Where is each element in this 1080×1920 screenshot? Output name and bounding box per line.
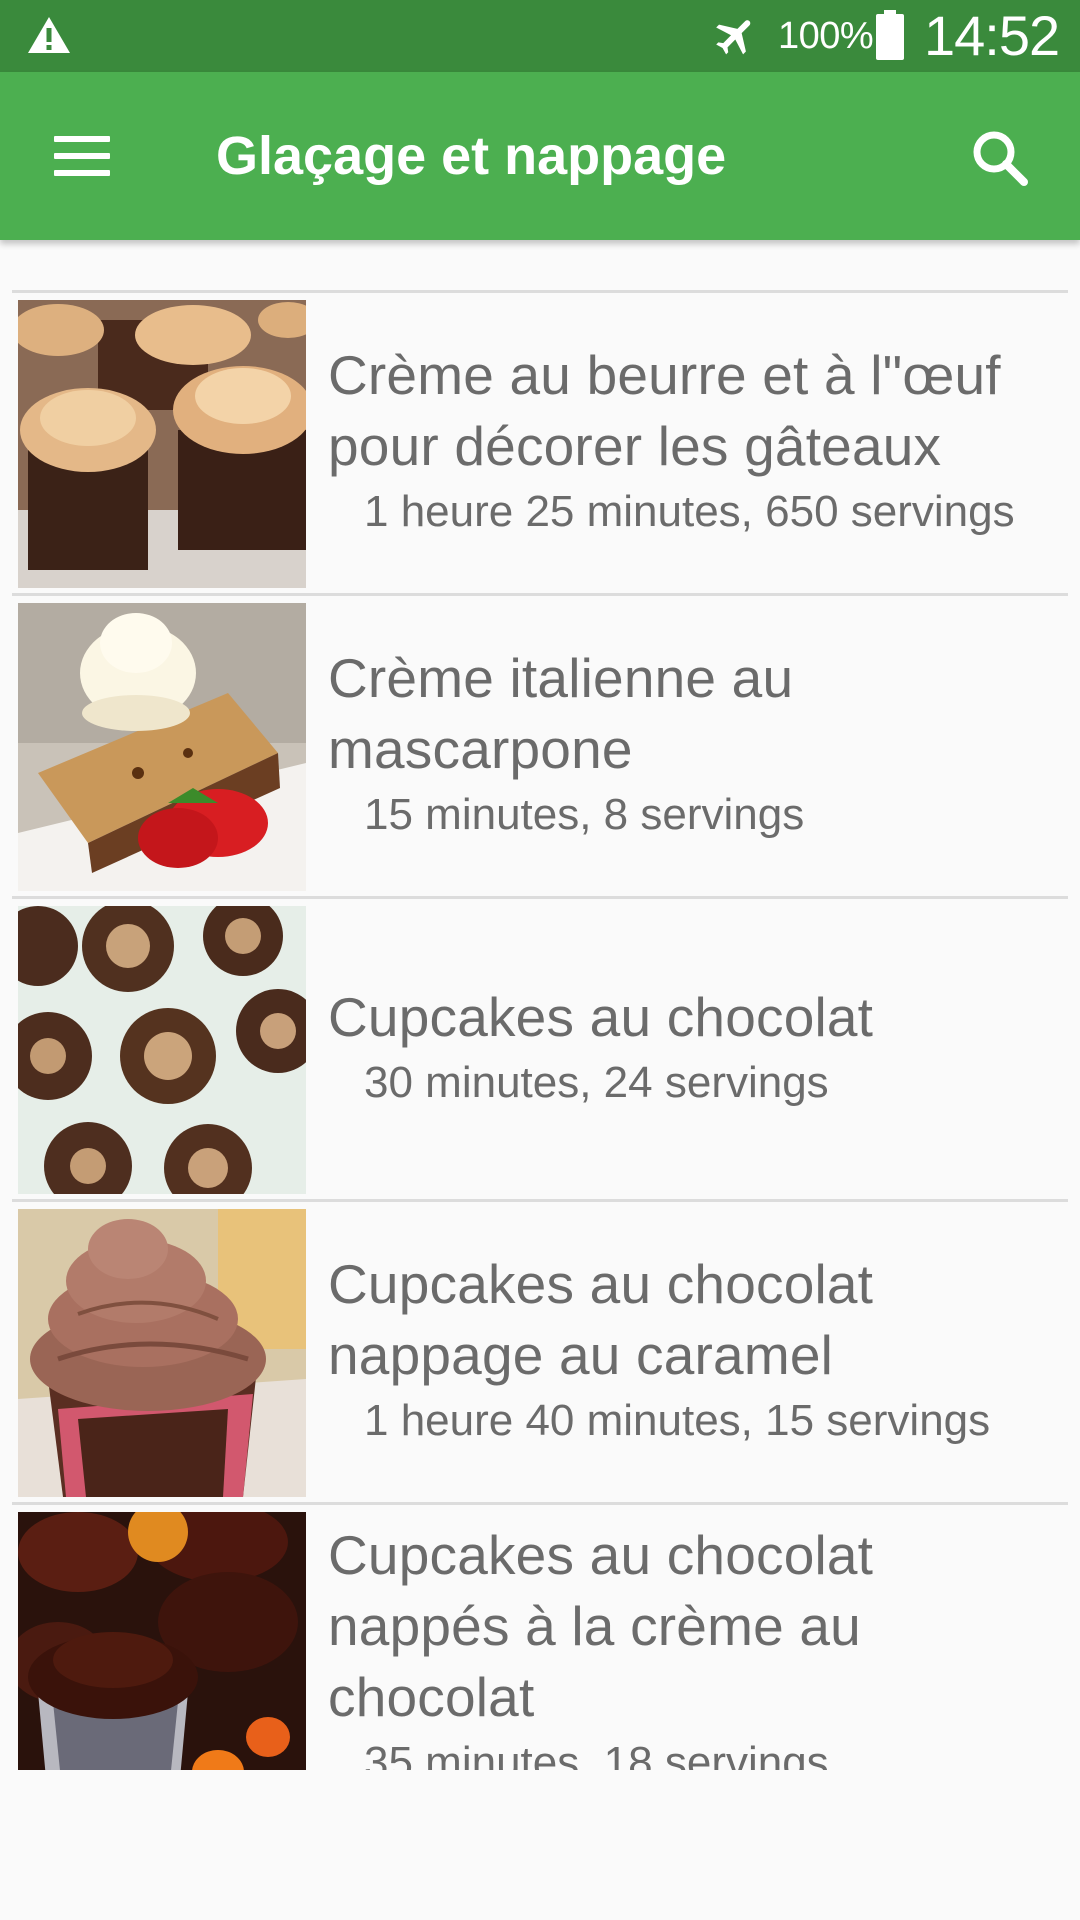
recipe-meta: 35 minutes, 18 servings [364, 1738, 829, 1770]
clock: 14:52 [924, 4, 1060, 67]
status-bar: 100% 14:52 [0, 0, 1080, 72]
app-bar: Glaçage et nappage [0, 72, 1080, 240]
recipe-thumbnail [18, 1209, 306, 1497]
recipe-list-item[interactable]: Crème italienne au mascarpone 15 minutes… [12, 593, 1068, 895]
recipe-title: Cupcakes au chocolat nappage au caramel [328, 1253, 874, 1386]
recipe-thumbnail [18, 603, 306, 891]
warning-icon [28, 17, 70, 53]
recipe-title: Crème au beurre et à l"œuf pour décorer … [328, 344, 1001, 477]
recipe-thumbnail [18, 300, 306, 588]
recipe-title: Cupcakes au chocolat nappés à la crème a… [328, 1524, 874, 1728]
recipe-list-item[interactable]: Cupcakes au chocolat 30 minutes, 24 serv… [12, 896, 1068, 1198]
recipe-list-item[interactable]: Cupcakes au chocolat nappés à la crème a… [12, 1502, 1068, 1770]
battery-percent: 100% [778, 15, 874, 57]
page-title: Glaçage et nappage [216, 126, 727, 186]
menu-button[interactable] [38, 116, 130, 196]
search-button[interactable] [966, 124, 1036, 194]
search-icon [973, 131, 1028, 186]
recipe-thumbnail [18, 1512, 306, 1770]
recipe-thumbnail [18, 906, 306, 1194]
recipe-meta: 1 heure 25 minutes, 650 servings [364, 487, 1015, 536]
recipe-title: Cupcakes au chocolat [328, 985, 874, 1048]
recipe-meta: 1 heure 40 minutes, 15 servings [364, 1396, 991, 1445]
airplane-icon [716, 20, 751, 55]
recipe-meta: 15 minutes, 8 servings [364, 790, 805, 839]
recipe-title: Crème italienne au mascarpone [328, 647, 794, 780]
recipe-list[interactable]: Crème au beurre et à l"œuf pour décorer … [12, 240, 1068, 1770]
recipe-list-item[interactable]: Crème au beurre et à l"œuf pour décorer … [12, 290, 1068, 592]
battery-icon [876, 10, 904, 60]
recipe-meta: 30 minutes, 24 servings [364, 1057, 829, 1107]
recipe-list-item[interactable]: Cupcakes au chocolat nappage au caramel … [12, 1199, 1068, 1501]
